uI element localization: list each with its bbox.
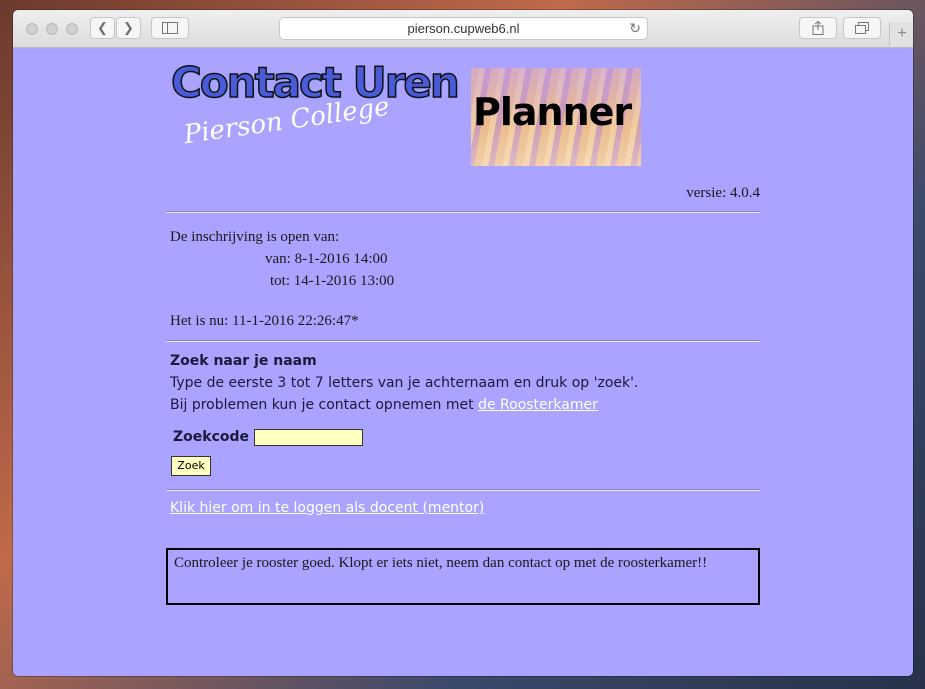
teacher-login-link[interactable]: Klik hier om in te loggen als docent (me… [170, 500, 484, 516]
browser-toolbar: ❮ ❯ pierson.cupweb6.nl ↻ + [13, 10, 913, 48]
logo-keyboard-image: Planner [471, 68, 641, 166]
reload-icon[interactable]: ↻ [629, 18, 641, 39]
zoek-button[interactable]: Zoek [171, 456, 211, 476]
divider [166, 211, 760, 213]
chevron-right-icon: ❯ [123, 20, 134, 35]
site-logo: Contact Uren Pierson College Planner [170, 57, 641, 166]
current-time: Het is nu: 11-1-2016 22:26:47* [170, 313, 359, 329]
browser-window: ❮ ❯ pierson.cupweb6.nl ↻ + Contact Uren … [13, 10, 913, 676]
search-heading: Zoek naar je naam [170, 353, 317, 369]
problems-prefix: Bij problemen kun je contact opnemen met [170, 397, 474, 413]
zoekcode-input[interactable] [254, 429, 363, 446]
divider [166, 340, 760, 342]
tabs-icon [855, 22, 869, 34]
notice-box: Controleer je rooster goed. Klopt er iet… [166, 548, 760, 605]
registration-intro: De inschrijving is open van: [170, 229, 340, 245]
sidebar-button[interactable] [151, 17, 189, 39]
zoom-window-button[interactable] [66, 23, 78, 35]
logo-planner: Planner [473, 90, 632, 134]
forward-button[interactable]: ❯ [116, 17, 141, 39]
back-button[interactable]: ❮ [90, 17, 115, 39]
share-icon [812, 21, 824, 35]
notice-text: Controleer je rooster goed. Klopt er iet… [174, 555, 708, 571]
registration-to: tot: 14-1-2016 13:00 [270, 273, 395, 289]
address-bar[interactable]: pierson.cupweb6.nl ↻ [279, 17, 648, 40]
minimize-window-button[interactable] [46, 23, 58, 35]
registration-from: van: 8-1-2016 14:00 [265, 251, 388, 267]
plus-icon: + [897, 25, 907, 42]
roosterkamer-link[interactable]: de Roosterkamer [478, 397, 598, 413]
new-tab-button[interactable]: + [889, 22, 913, 46]
zoekcode-label: Zoekcode [173, 429, 250, 445]
teacher-login-row: Klik hier om in te loggen als docent (me… [170, 500, 484, 516]
url-text: pierson.cupweb6.nl [407, 21, 520, 36]
tabs-overview-button[interactable] [843, 17, 881, 39]
chevron-left-icon: ❮ [97, 20, 108, 35]
close-window-button[interactable] [26, 23, 38, 35]
problems-text: Bij problemen kun je contact opnemen met… [170, 397, 598, 413]
share-button[interactable] [799, 17, 837, 39]
page-content: Contact Uren Pierson College Planner ver… [13, 48, 913, 676]
search-instructions: Type de eerste 3 tot 7 letters van je ac… [170, 375, 639, 391]
divider [166, 489, 760, 491]
logo-title: Contact Uren [170, 57, 460, 108]
version-label: versie: 4.0.4 [686, 185, 760, 201]
sidebar-icon [162, 22, 178, 34]
